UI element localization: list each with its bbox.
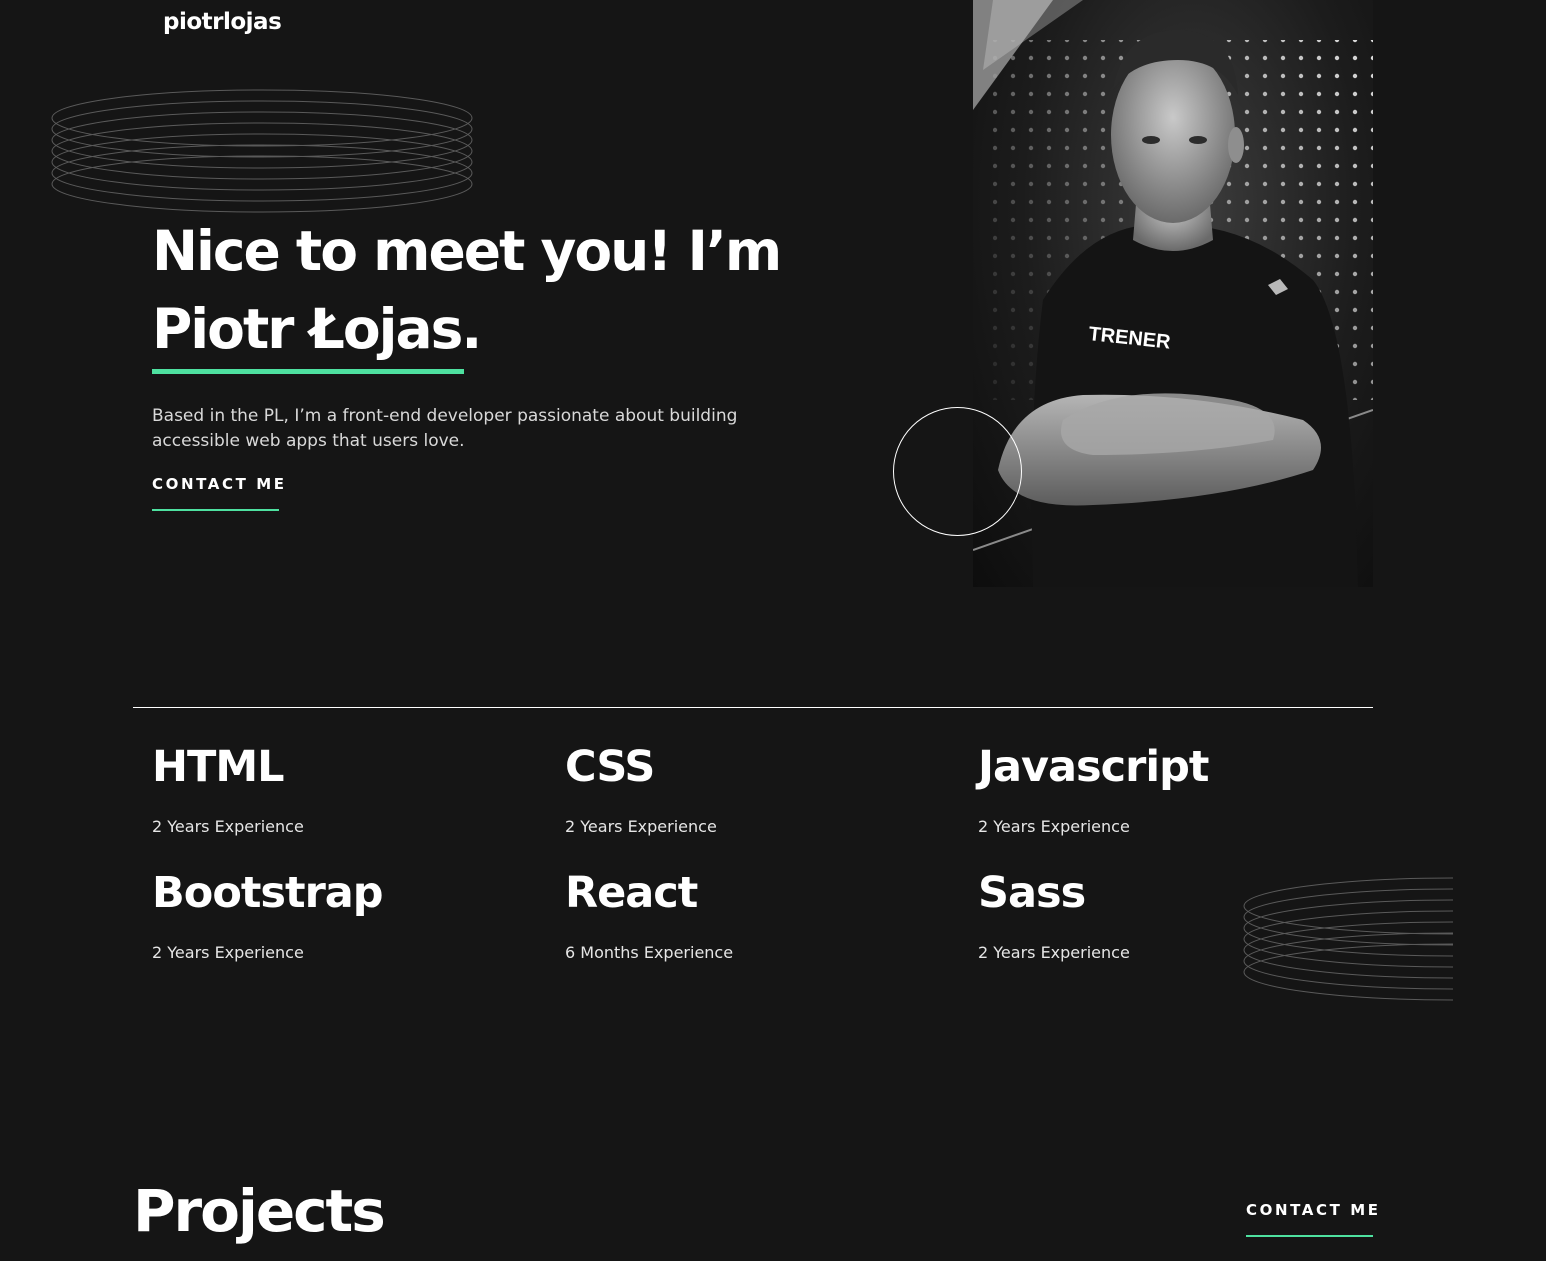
hero-name: Piotr Łojas. bbox=[152, 290, 482, 374]
skill-name: HTML bbox=[152, 742, 285, 792]
skill-item: React 6 Months Experience bbox=[565, 869, 945, 962]
hero-title: Nice to meet you! I’m Piotr Łojas. bbox=[152, 212, 872, 374]
decorative-rings bbox=[1243, 877, 1453, 1001]
hero-name-period: . bbox=[461, 297, 482, 361]
skill-item: Javascript 2 Years Experience bbox=[978, 743, 1358, 836]
hero-description: Based in the PL, I’m a front-end develop… bbox=[152, 406, 738, 451]
skill-name: Javascript bbox=[978, 742, 1209, 792]
skill-item: Bootstrap 2 Years Experience bbox=[152, 869, 532, 962]
skill-name: Bootstrap bbox=[152, 868, 384, 918]
skill-experience: 2 Years Experience bbox=[152, 817, 304, 836]
profile-photo-illustration: TRENER bbox=[973, 0, 1373, 587]
skill-name: CSS bbox=[565, 742, 655, 792]
projects-title: Projects bbox=[133, 1177, 386, 1245]
profile-photo: TRENER bbox=[973, 0, 1373, 587]
decorative-rings bbox=[51, 89, 473, 213]
skill-item: HTML 2 Years Experience bbox=[152, 743, 532, 836]
skill-experience: 2 Years Experience bbox=[565, 817, 717, 836]
section-divider bbox=[133, 707, 1373, 708]
skill-experience: 2 Years Experience bbox=[152, 943, 304, 962]
skill-experience: 2 Years Experience bbox=[978, 817, 1130, 836]
skill-name: React bbox=[565, 868, 698, 918]
projects-contact-me-button[interactable]: CONTACT ME bbox=[1246, 1201, 1378, 1237]
skill-experience: 6 Months Experience bbox=[565, 943, 734, 962]
hero-name-text: Piotr Łojas bbox=[152, 297, 463, 361]
contact-me-button[interactable]: CONTACT ME bbox=[152, 475, 284, 511]
hero-title-line1: Nice to meet you! I’m bbox=[152, 219, 782, 283]
skill-item: CSS 2 Years Experience bbox=[565, 743, 945, 836]
site-logo[interactable]: piotrlojas bbox=[163, 9, 282, 35]
decorative-circle bbox=[893, 407, 1022, 536]
